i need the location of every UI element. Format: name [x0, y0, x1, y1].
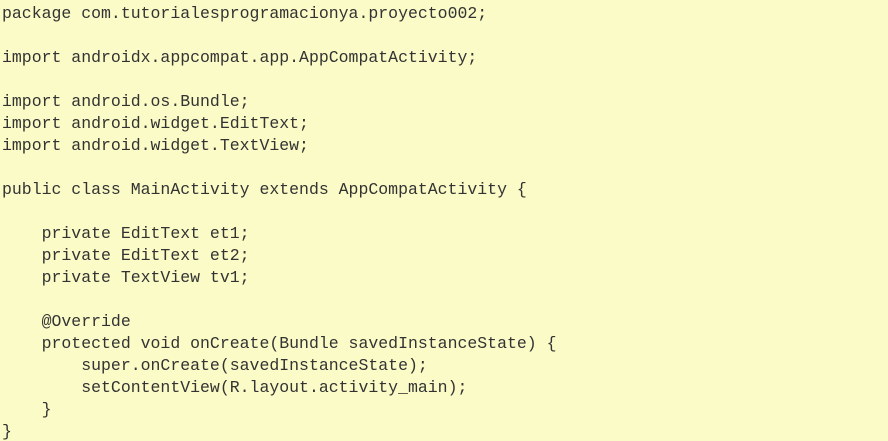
code-listing: package com.tutorialesprogramacionya.pro…	[0, 0, 888, 441]
code-line-import-appcompat: import androidx.appcompat.app.AppCompatA…	[2, 48, 478, 67]
code-line-method-close: }	[2, 400, 52, 419]
code-line-field-et1: private EditText et1;	[2, 224, 250, 243]
code-line-field-et2: private EditText et2;	[2, 246, 250, 265]
code-line-import-textview: import android.widget.TextView;	[2, 136, 309, 155]
code-line-class-declaration: public class MainActivity extends AppCom…	[2, 180, 527, 199]
code-line-package: package com.tutorialesprogramacionya.pro…	[2, 4, 488, 23]
code-line-oncreate-signature: protected void onCreate(Bundle savedInst…	[2, 334, 557, 353]
code-line-import-bundle: import android.os.Bundle;	[2, 92, 250, 111]
code-line-override-annotation: @Override	[2, 312, 131, 331]
code-line-setcontentview: setContentView(R.layout.activity_main);	[2, 378, 468, 397]
code-line-class-close: }	[2, 422, 12, 441]
code-line-field-tv1: private TextView tv1;	[2, 268, 250, 287]
code-line-import-edittext: import android.widget.EditText;	[2, 114, 309, 133]
code-line-super-oncreate: super.onCreate(savedInstanceState);	[2, 356, 428, 375]
